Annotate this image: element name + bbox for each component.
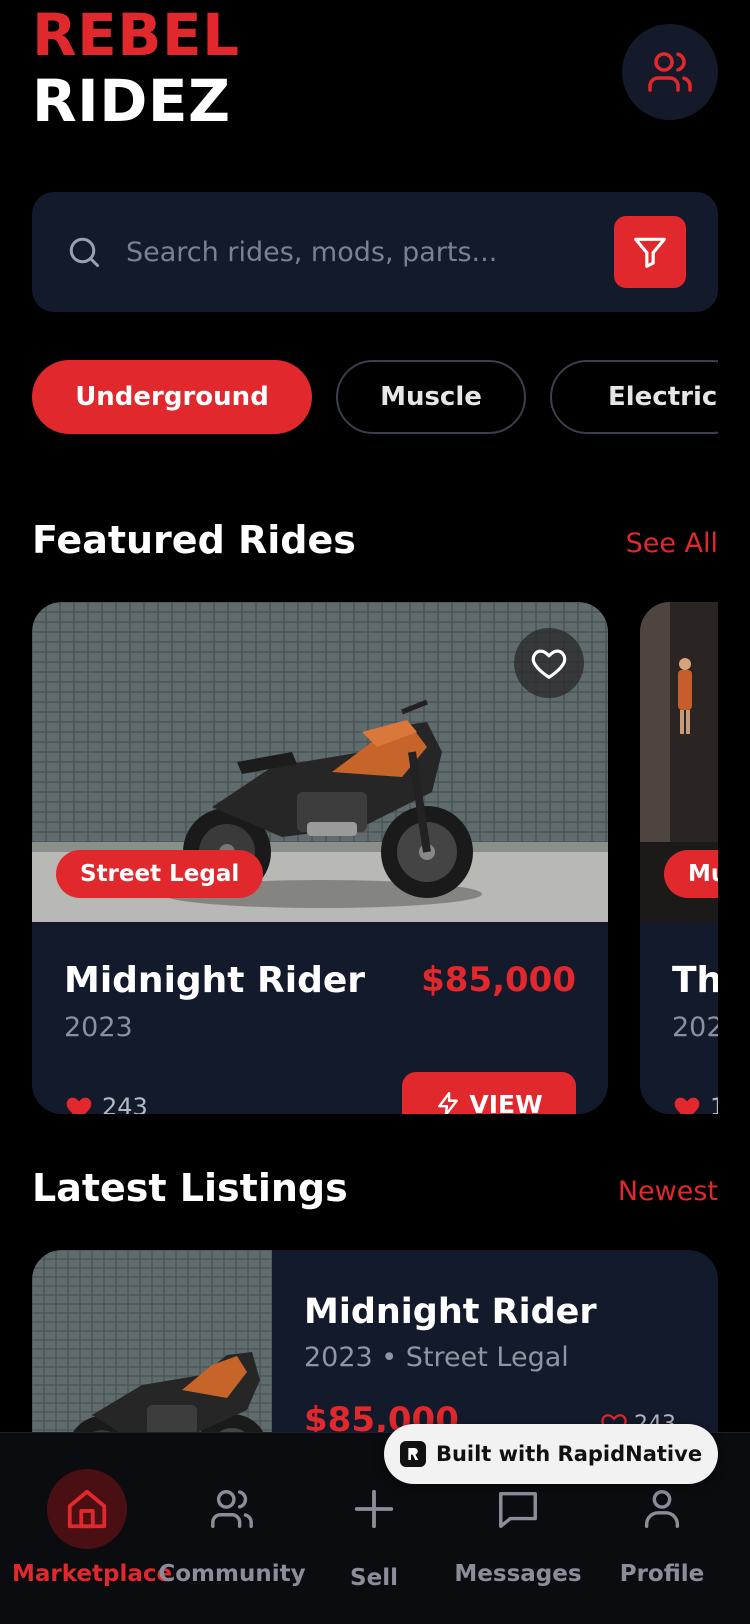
- chip-underground[interactable]: Underground: [32, 360, 312, 434]
- users-icon: [648, 52, 692, 92]
- chip-electric[interactable]: Electric: [550, 360, 718, 434]
- ride-price: $85,000: [421, 960, 576, 1000]
- ride-name: Midnight Rider: [64, 960, 366, 1001]
- nav-community[interactable]: Community: [157, 1433, 307, 1624]
- nav-label: Marketplace: [12, 1561, 173, 1587]
- nav-marketplace[interactable]: Marketplace: [12, 1433, 173, 1624]
- rapidnative-logo-icon: [399, 1441, 426, 1467]
- like-count: 243: [64, 1092, 148, 1114]
- lightning-icon: [438, 1091, 459, 1114]
- nav-label: Messages: [454, 1561, 582, 1587]
- listing-name: Midnight Rider: [304, 1292, 597, 1332]
- latest-title: Latest Listings: [32, 1166, 348, 1210]
- view-button[interactable]: VIEW: [402, 1072, 576, 1114]
- user-icon: [644, 1490, 680, 1528]
- street-legal-tag: Street Legal: [56, 850, 264, 898]
- heart-filled-icon: [674, 1097, 700, 1114]
- heart-filled-icon: [66, 1097, 92, 1114]
- featured-card[interactable]: Mu Th 202 1: [640, 602, 718, 1114]
- category-chips: Underground Muscle Electric: [32, 360, 718, 434]
- ride-year: 2023: [64, 1012, 133, 1043]
- like-count-value: 1: [710, 1093, 718, 1114]
- brand-line-2: RIDEZ: [32, 67, 231, 135]
- featured-card[interactable]: Street Legal Midnight Rider $85,000 2023…: [32, 602, 608, 1114]
- brand-line-1: REBEL: [32, 1, 240, 69]
- plus-icon: [354, 1489, 394, 1529]
- category-tag: Mu: [664, 850, 718, 898]
- built-with-badge[interactable]: Built with RapidNative: [384, 1424, 718, 1484]
- filter-button[interactable]: [614, 216, 686, 288]
- built-with-text: Built with RapidNative: [435, 1442, 703, 1466]
- featured-carousel: Street Legal Midnight Rider $85,000 2023…: [32, 602, 718, 1114]
- newest-sort-link[interactable]: Newest: [618, 1176, 718, 1207]
- app-logo: REBEL RIDEZ: [32, 2, 240, 134]
- nav-label: Community: [158, 1561, 306, 1587]
- view-button-label: VIEW: [469, 1089, 543, 1115]
- like-count: 1: [672, 1092, 718, 1114]
- heart-icon: [531, 649, 567, 679]
- ride-name: Th: [672, 960, 718, 1001]
- nav-label: Sell: [350, 1565, 398, 1591]
- ride-year: 202: [672, 1012, 718, 1043]
- filter-icon: [634, 237, 666, 268]
- listing-meta: 2023 • Street Legal: [304, 1342, 569, 1373]
- chip-muscle[interactable]: Muscle: [336, 360, 526, 434]
- home-icon: [67, 1489, 107, 1529]
- chat-icon: [499, 1491, 537, 1528]
- community-button[interactable]: [622, 24, 718, 120]
- favorite-button[interactable]: [514, 628, 584, 698]
- search-input[interactable]: [126, 224, 606, 280]
- see-all-link[interactable]: See All: [626, 528, 718, 559]
- featured-title: Featured Rides: [32, 518, 356, 562]
- users-icon: [211, 1490, 253, 1528]
- nav-label: Profile: [619, 1561, 705, 1587]
- search-bar: [32, 192, 718, 312]
- search-icon: [69, 237, 99, 267]
- like-count-value: 243: [102, 1093, 148, 1114]
